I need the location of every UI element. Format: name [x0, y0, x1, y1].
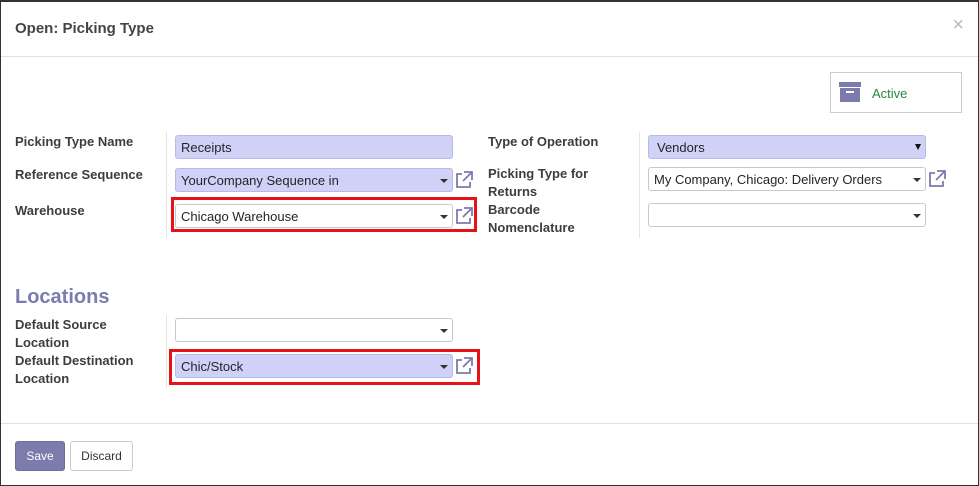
column-divider	[166, 315, 167, 388]
chevron-down-icon	[440, 179, 448, 183]
reference-sequence-select[interactable]: YourCompany Sequence in	[175, 168, 453, 192]
warehouse-select[interactable]: Chicago Warehouse	[175, 204, 453, 228]
chevron-down-icon	[440, 329, 448, 333]
picking-type-dialog: Open: Picking Type × Active Picking Type…	[0, 0, 979, 486]
column-divider	[166, 132, 167, 238]
picking-type-name-input[interactable]: Receipts	[175, 135, 453, 159]
column-divider	[639, 132, 640, 238]
chevron-down-icon	[913, 214, 921, 218]
chevron-down-icon	[915, 144, 921, 150]
dialog-title: Open: Picking Type	[15, 20, 154, 37]
dialog-footer: Save Discard	[1, 423, 978, 486]
close-icon[interactable]: ×	[952, 15, 964, 35]
type-of-operation-select[interactable]: Vendors	[648, 135, 926, 159]
barcode-nomenclature-select[interactable]	[648, 203, 926, 227]
active-toggle-button[interactable]: Active	[830, 72, 962, 113]
active-label: Active	[872, 86, 908, 101]
dialog-header: Open: Picking Type ×	[1, 2, 978, 57]
return-type-select[interactable]: My Company, Chicago: Delivery Orders	[648, 167, 926, 191]
chevron-down-icon	[913, 178, 921, 182]
return-type-label: Picking Type for Returns	[488, 166, 589, 199]
external-link-icon[interactable]	[454, 170, 474, 190]
archive-icon	[839, 82, 861, 102]
warehouse-label: Warehouse	[15, 203, 85, 218]
default-source-location-label: Default Source Location	[15, 317, 107, 350]
external-link-icon[interactable]	[454, 206, 474, 226]
default-source-location-select[interactable]	[175, 318, 453, 342]
discard-button[interactable]: Discard	[70, 441, 133, 471]
type-of-operation-label: Type of Operation	[488, 134, 599, 149]
chevron-down-icon	[440, 365, 448, 369]
locations-section-title: Locations	[15, 286, 110, 308]
external-link-icon[interactable]	[454, 356, 474, 376]
chevron-down-icon	[440, 215, 448, 219]
reference-sequence-label: Reference Sequence	[15, 167, 143, 182]
barcode-nomenclature-label: Barcode Nomenclature	[488, 202, 575, 235]
default-destination-location-label: Default Destination Location	[15, 353, 134, 386]
save-button[interactable]: Save	[15, 441, 65, 471]
external-link-icon[interactable]	[927, 169, 947, 189]
picking-type-name-label: Picking Type Name	[15, 134, 134, 149]
default-destination-location-select[interactable]: Chic/Stock	[175, 354, 453, 378]
